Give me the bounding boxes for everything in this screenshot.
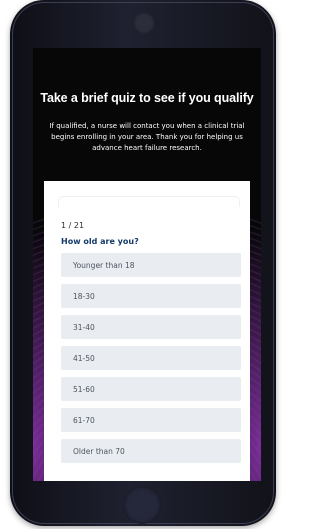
page-title: Take a brief quiz to see if you qualify xyxy=(40,91,254,105)
option-51-60[interactable]: 51-60 xyxy=(61,377,241,401)
quiz-card: 1 / 21 How old are you? Younger than 18 … xyxy=(44,181,250,481)
answer-options: Younger than 18 18-30 31-40 41-50 51-60 … xyxy=(61,253,241,470)
page: Take a brief quiz to see if you qualify … xyxy=(0,0,278,529)
option-41-50[interactable]: 41-50 xyxy=(61,346,241,370)
phone-screen: Take a brief quiz to see if you qualify … xyxy=(33,48,261,481)
option-older-than-70[interactable]: Older than 70 xyxy=(61,439,241,463)
option-18-30[interactable]: 18-30 xyxy=(61,284,241,308)
home-button[interactable] xyxy=(123,486,161,524)
step-counter: 1 / 21 xyxy=(61,221,85,230)
progress-bar xyxy=(58,196,240,207)
option-61-70[interactable]: 61-70 xyxy=(61,408,241,432)
intro-text: If qualified, a nurse will contact you w… xyxy=(49,122,245,152)
camera-icon xyxy=(133,12,155,34)
option-31-40[interactable]: 31-40 xyxy=(61,315,241,339)
question-text: How old are you? xyxy=(61,237,139,246)
option-younger-than-18[interactable]: Younger than 18 xyxy=(61,253,241,277)
